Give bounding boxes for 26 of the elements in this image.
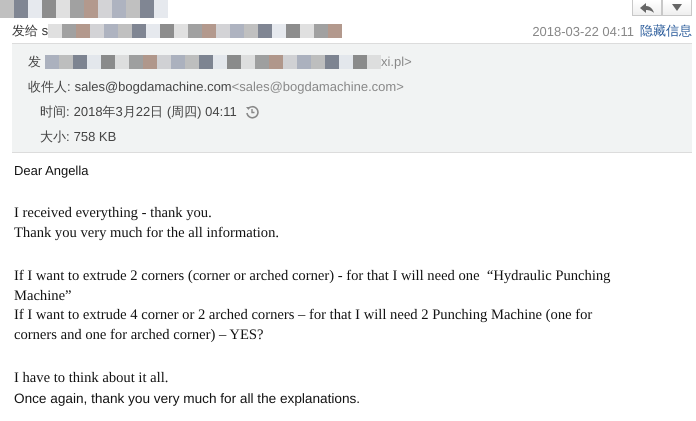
to-label: 收件人: — [28, 78, 71, 96]
caret-icon — [672, 4, 682, 11]
message-line: Machine” — [14, 288, 72, 304]
recipient-text: 发给 s — [12, 22, 48, 40]
hide-details-link[interactable]: 隐藏信息 — [640, 22, 692, 40]
recipient-address: <sales@bogdamachine.com> — [232, 79, 404, 94]
more-button[interactable] — [662, 0, 692, 16]
message-line: I received everything - thank you. — [14, 205, 212, 221]
message-line: Thank you very much for the all information. — [14, 224, 280, 240]
message-line: corners and one for arched corner) – YES? — [14, 326, 264, 342]
message-line: Once again, thank you very much for all the explanations. — [14, 390, 360, 406]
time-label: 时间: — [40, 102, 70, 120]
message-line: Dear Angella — [14, 163, 88, 178]
message-line: If I want to extrude 2 corners (corner or arched corner) - for that I will need one “Hydraulic Punching — [14, 268, 610, 284]
size-value: 758 KB — [74, 129, 116, 144]
reply-button[interactable] — [632, 0, 662, 16]
date-text: 2018-03-22 04:11 — [532, 24, 634, 38]
history-icon[interactable] — [244, 104, 259, 118]
time-value: 2018年3月22日 (周四) 04:11 — [74, 102, 237, 120]
message-line: I have to think about it all. — [14, 370, 168, 386]
message-line: If I want to extrude 4 corner or 2 arched corners – for that I will need 2 Punching Machine (one for — [14, 307, 592, 323]
reply-icon — [640, 2, 654, 12]
size-label: 大小: — [40, 128, 70, 146]
recipient-name: sales@bogdamachine.com — [74, 79, 232, 94]
sender-address: xi.pl> — [381, 54, 412, 69]
from-label: 发 — [28, 52, 41, 70]
